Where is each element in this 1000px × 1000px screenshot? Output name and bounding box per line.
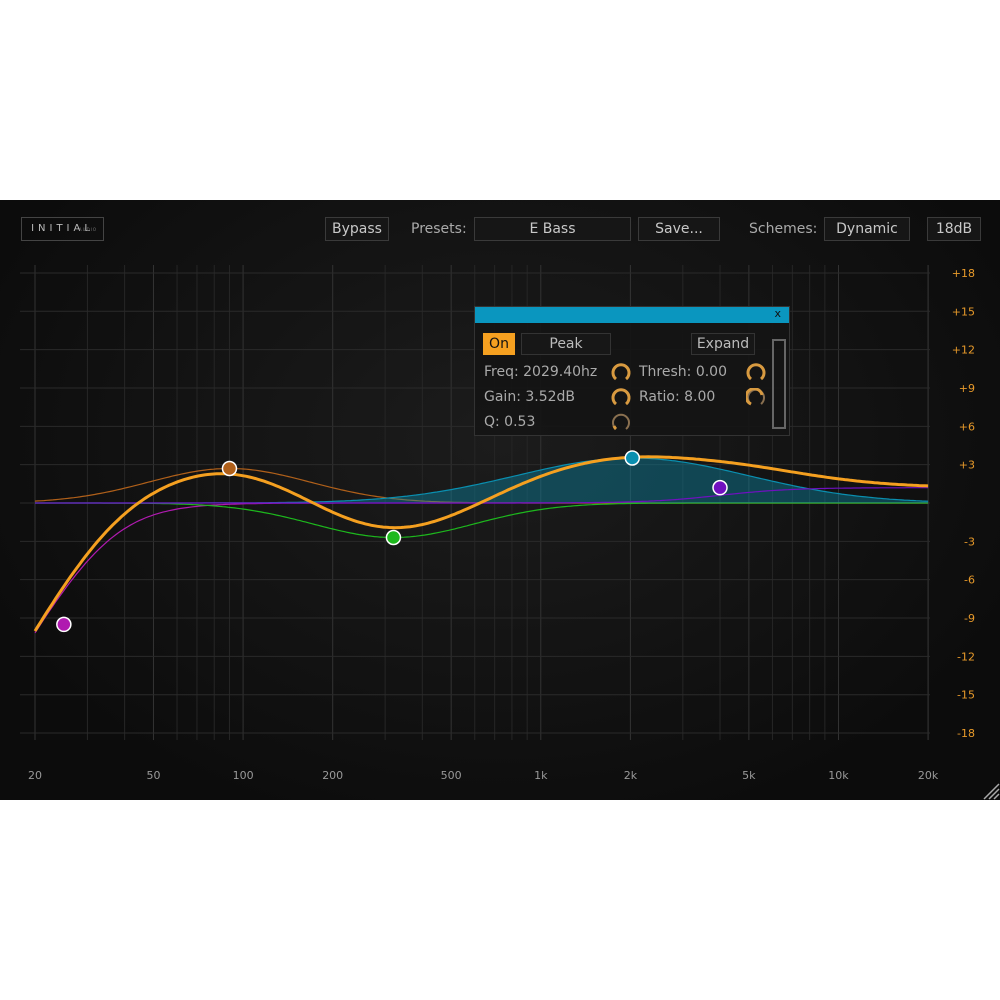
close-button[interactable]: x <box>774 307 781 320</box>
y-tick-label: -12 <box>957 650 975 663</box>
y-tick-label: +15 <box>952 305 975 318</box>
y-tick-label: +3 <box>959 459 975 472</box>
resize-grip-icon[interactable] <box>980 780 1000 800</box>
band-node-4[interactable] <box>712 479 728 496</box>
freq-value: Freq: 2029.40hz <box>484 364 598 380</box>
eq-plugin: INITIAL AUDIO Bypass Presets: E Bass Save… <box>0 200 1000 800</box>
freq-knob-icon[interactable] <box>611 363 631 383</box>
x-tick-label: 50 <box>146 769 160 782</box>
x-tick-label: 5k <box>742 769 756 782</box>
on-toggle[interactable]: On <box>483 333 515 355</box>
band-node-2[interactable] <box>385 529 402 546</box>
band-node-1[interactable] <box>221 460 238 477</box>
y-tick-label: +18 <box>952 267 975 280</box>
band-curve-2 <box>35 502 929 539</box>
band-node-3[interactable] <box>624 450 641 466</box>
q-value: Q: 0.53 <box>484 414 536 430</box>
x-tick-label: 2k <box>624 769 638 782</box>
y-tick-label: -18 <box>957 727 975 740</box>
x-tick-label: 20 <box>28 769 42 782</box>
y-tick-label: -3 <box>964 535 975 548</box>
y-tick-label: +12 <box>952 344 975 357</box>
x-tick-label: 200 <box>322 769 343 782</box>
y-tick-label: -9 <box>964 612 975 625</box>
y-tick-label: +6 <box>959 420 975 433</box>
y-tick-label: +9 <box>959 382 975 395</box>
gain-value: Gain: 3.52dB <box>484 389 576 405</box>
expand-button[interactable]: Expand <box>691 333 755 355</box>
eq-graph[interactable]: +18 +15 +12 +9 +6 +3 -3 -6 -9 -12 -15 -18 20 50 100 200… <box>0 200 1000 800</box>
q-knob-icon[interactable] <box>611 413 631 433</box>
x-tick-label: 10k <box>828 769 849 782</box>
panel-titlebar[interactable]: x <box>475 307 789 323</box>
band-panel: x On Peak Expand Freq: 2029.40hz Gain: 3… <box>474 306 790 436</box>
y-tick-label: -6 <box>964 574 975 587</box>
band-node-0[interactable] <box>56 616 72 633</box>
ratio-value: Ratio: 8.00 <box>639 389 716 405</box>
x-tick-label: 500 <box>441 769 462 782</box>
x-tick-label: 1k <box>534 769 548 782</box>
gain-knob-icon[interactable] <box>611 388 631 408</box>
x-tick-label: 100 <box>233 769 254 782</box>
thresh-value: Thresh: 0.00 <box>639 364 727 380</box>
filter-type-select[interactable]: Peak <box>521 333 611 355</box>
y-tick-label: -15 <box>957 689 975 702</box>
thresh-knob-icon[interactable] <box>746 363 766 383</box>
ratio-knob-icon[interactable] <box>746 388 766 408</box>
level-meter <box>772 339 786 429</box>
x-tick-label: 20k <box>918 769 939 782</box>
